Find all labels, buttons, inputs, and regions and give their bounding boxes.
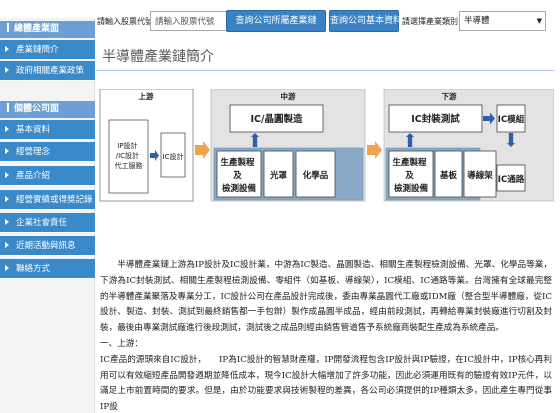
sidebar-item-label: 基本資料 <box>16 125 51 135</box>
sidebar-section-company: 個體公司面 <box>0 101 95 118</box>
industry-category-value: 半導體 <box>464 16 490 26</box>
downstream-section: 下游 IC封裝測試 IC模組 IC通路 生產製程 及 檢測設備 基板 導線架 <box>383 89 554 202</box>
ic-wafer-box: IC/晶圓製造 <box>251 113 303 125</box>
sidebar-item-label: 經營實績或得獎記錄 <box>16 195 93 205</box>
upstream-section: 上游 IP設計 /IC設計 代工服務 IC設計 <box>99 89 194 202</box>
ic-design-box: IC設計 <box>163 152 184 161</box>
sidebar-item-basic-info[interactable]: 基本資料 <box>0 120 95 140</box>
upstream-paragraph: IC產品的源頭來自IC設計， IP為IC設計的智慧財產權，IP開發流程包含IP設… <box>100 354 552 413</box>
industry-category-label: 請選擇產業類別: <box>402 17 461 26</box>
chevron-down-icon: ▼ <box>536 17 542 25</box>
downstream-label: 下游 <box>442 91 457 101</box>
sidebar-item-label: 產品介紹 <box>16 171 51 181</box>
sidebar-item-label: 政府相關產業政策 <box>16 66 85 76</box>
ic-module-box: IC模組 <box>498 114 525 125</box>
article-body: 半導體產業鏈上游為IP設計及IC設計業，中游為IC製造、晶圓製造、相關生產製程檢… <box>100 258 552 413</box>
sidebar-item-label: 經營理念 <box>16 147 51 157</box>
main-content: 半導體產業鏈簡介 上游 IP設計 /IC設計 代工服務 IC設計 中游 IC/晶… <box>96 40 560 413</box>
section-heading-upstream: 一、上游： <box>100 338 143 349</box>
upstream-label: 上游 <box>139 91 154 101</box>
ic-channel-box: IC通路 <box>498 174 525 185</box>
section-title: 總體產業面 <box>14 24 60 34</box>
stock-code-label: 請輸入股票代號: <box>97 17 156 26</box>
ic-packaging-box: IC封裝測試 <box>411 113 460 125</box>
industry-category-select[interactable]: 半導體 ▼ <box>459 11 546 31</box>
leadframe-box: 導線架 <box>467 170 493 181</box>
caret-right-icon <box>5 126 9 132</box>
sidebar-item-gov-policy[interactable]: 政府相關產業政策 <box>0 61 95 81</box>
midstream-label: 中游 <box>281 91 296 101</box>
section-marker-icon <box>7 103 9 112</box>
ip-design-box: IP設計 /IC設計 代工服務 <box>115 141 143 170</box>
title-divider <box>96 70 554 71</box>
caret-right-icon <box>5 242 9 248</box>
sidebar-item-contact[interactable]: 聯絡方式 <box>0 259 95 279</box>
sidebar-item-philosophy[interactable]: 經營理念 <box>0 142 95 162</box>
industry-chain-diagram: 上游 IP設計 /IC設計 代工服務 IC設計 中游 IC/晶圓製造 生產製程 <box>99 89 554 202</box>
sidebar-item-products[interactable]: 產品介紹 <box>0 166 95 186</box>
sidebar-item-csr[interactable]: 企業社會責任 <box>0 213 95 233</box>
stock-code-input[interactable] <box>150 11 228 31</box>
caret-right-icon <box>5 46 9 52</box>
caret-right-icon <box>5 219 9 225</box>
sidebar-item-achievements[interactable]: 經營實績或得獎記錄 <box>0 190 95 210</box>
photomask-box: 光罩 <box>269 170 288 181</box>
sidebar: 總體產業面 產業鏈簡介 政府相關產業政策 個體公司面 基本資料 經營理念 產品介… <box>0 18 95 413</box>
caret-right-icon <box>5 172 9 178</box>
query-company-info-button[interactable]: 查詢公司基本資料 <box>329 10 402 32</box>
sidebar-item-label: 企業社會責任 <box>16 218 68 228</box>
section-title: 個體公司面 <box>14 104 60 114</box>
caret-right-icon <box>5 196 9 202</box>
sidebar-item-industry-chain[interactable]: 產業鏈簡介 <box>0 40 95 60</box>
sidebar-item-label: 聯絡方式 <box>16 264 51 274</box>
midstream-section: 中游 IC/晶圓製造 生產製程 及 檢測設備 光罩 化學品 <box>210 89 366 202</box>
query-industry-chain-button[interactable]: 查詢公司所屬產業鏈 <box>226 10 326 32</box>
chemicals-box: 化學品 <box>303 170 329 181</box>
sidebar-item-label: 產業鏈簡介 <box>16 45 59 55</box>
sidebar-item-label: 近期活動與訊息 <box>16 241 76 251</box>
substrate-box: 基板 <box>439 170 458 181</box>
sidebar-section-macro: 總體產業面 <box>0 21 95 38</box>
caret-right-icon <box>5 148 9 154</box>
caret-right-icon <box>5 67 9 73</box>
caret-right-icon <box>5 265 9 271</box>
arrow-right-icon <box>195 141 210 159</box>
intro-paragraph: 半導體產業鏈上游為IP設計及IC設計業，中游為IC製造、晶圓製造、相關生產製程檢… <box>100 260 552 334</box>
page-title: 半導體產業鏈簡介 <box>102 49 214 65</box>
section-marker-icon <box>7 23 9 32</box>
sidebar-item-news[interactable]: 近期活動與訊息 <box>0 236 95 256</box>
arrow-right-icon <box>367 141 382 159</box>
